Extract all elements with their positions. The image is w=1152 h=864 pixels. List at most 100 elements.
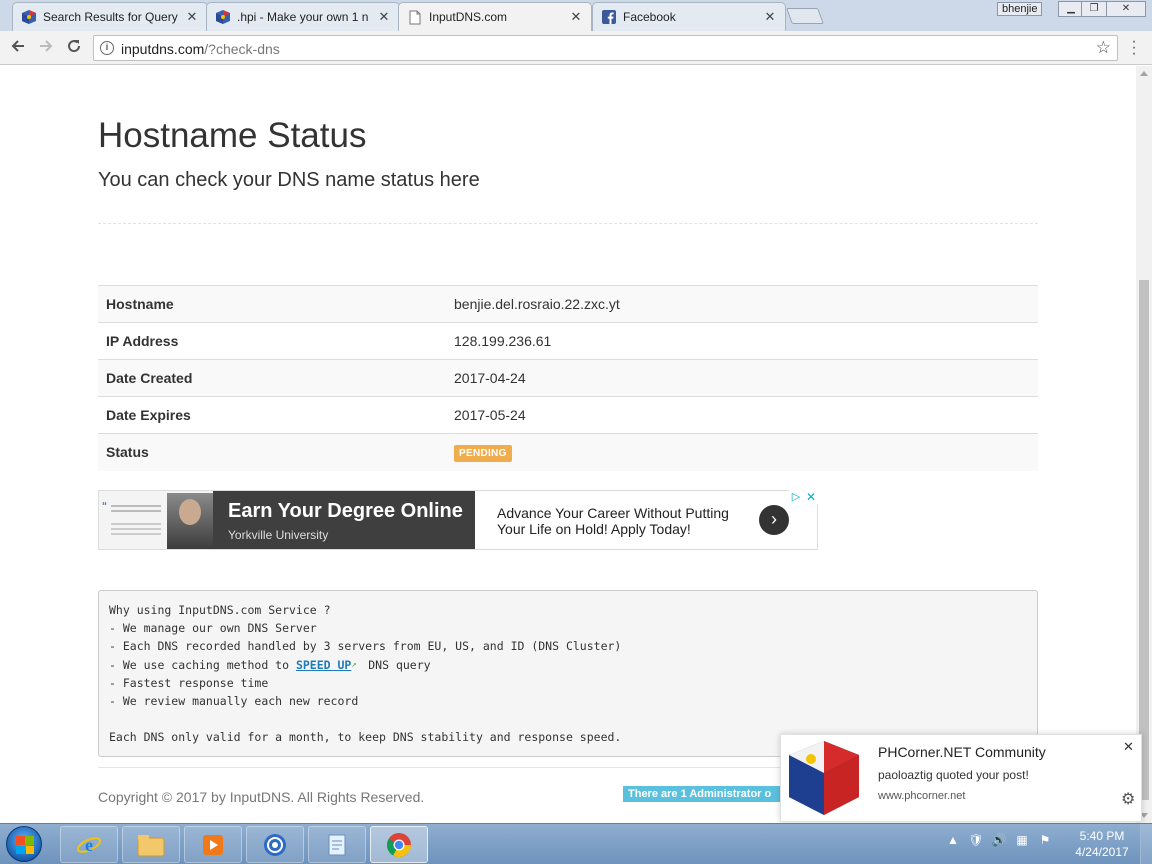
clock-time: 5:40 PM xyxy=(1079,829,1125,843)
phcorner-favicon xyxy=(21,9,37,25)
ad-sponsor: Yorkville University xyxy=(228,528,329,542)
taskbar-clock[interactable]: 5:40 PM 4/24/2017 xyxy=(1072,828,1132,860)
tab-hpi[interactable]: .hpi - Make your own 1 n ✕ xyxy=(206,2,400,31)
vertical-scrollbar[interactable] xyxy=(1136,66,1152,823)
start-button[interactable] xyxy=(6,826,42,862)
advertisement-banner[interactable]: “ Earn Your Degree Online Yorkville Univ… xyxy=(98,490,818,550)
facebook-icon xyxy=(601,9,617,25)
profile-button[interactable]: bhenjie xyxy=(997,2,1043,16)
chrome-icon xyxy=(386,832,411,857)
status-cell: PENDING xyxy=(446,433,1038,471)
page-subtitle: You can check your DNS name status here xyxy=(98,169,480,191)
scroll-up-icon[interactable] xyxy=(1140,71,1148,76)
close-icon[interactable]: ✕ xyxy=(185,9,199,25)
close-icon[interactable]: ✕ xyxy=(569,9,583,25)
network-icon[interactable]: ▦ xyxy=(1014,832,1030,848)
forward-arrow-icon xyxy=(40,40,53,52)
page-title: Hostname Status xyxy=(98,116,367,155)
back-arrow-icon xyxy=(11,40,24,52)
windows-logo-icon xyxy=(16,836,34,854)
windows-taskbar: e ▲ 🛡 🔊 ▦ ⚑ 5:40 PM 4/24/2017 xyxy=(0,823,1152,864)
close-icon[interactable]: ✕ xyxy=(763,9,777,25)
close-icon[interactable]: ✕ xyxy=(1123,739,1134,755)
ad-headline-panel: Earn Your Degree Online Yorkville Univer… xyxy=(213,491,475,549)
speed-up-link[interactable]: SPEED UP xyxy=(296,658,351,672)
push-notification[interactable]: PHCorner.NET Community paoloaztig quoted… xyxy=(780,734,1142,822)
admin-online-badge: There are 1 Administrator o xyxy=(623,786,783,802)
notepad-icon xyxy=(328,834,346,855)
tab-strip: Search Results for Query ✕ .hpi - Make y… xyxy=(0,0,1152,31)
media-player-icon xyxy=(203,834,223,855)
taskbar-chrome[interactable] xyxy=(370,826,428,863)
svg-text:e: e xyxy=(85,835,93,855)
tab-facebook[interactable]: Facebook ✕ xyxy=(592,2,786,31)
tab-title: Facebook xyxy=(623,10,676,24)
taskbar-internet-explorer[interactable]: e xyxy=(60,826,118,863)
taskbar-network-app[interactable] xyxy=(246,826,304,863)
close-icon[interactable]: ✕ xyxy=(377,9,391,25)
table-row: IP Address 128.199.236.61 xyxy=(98,322,1038,360)
tab-title: InputDNS.com xyxy=(429,10,508,24)
globe-app-icon xyxy=(264,833,286,856)
forward-button[interactable] xyxy=(36,38,56,58)
hostname-value: benjie.del.rosraio.22.zxc.yt xyxy=(446,285,1038,323)
person-photo xyxy=(167,493,213,549)
volume-icon[interactable]: 🔊 xyxy=(991,832,1007,848)
date-created-value: 2017-04-24 xyxy=(446,359,1038,397)
taskbar-explorer[interactable] xyxy=(122,826,180,863)
tab-title: .hpi - Make your own 1 n xyxy=(237,10,369,24)
new-tab-button[interactable] xyxy=(786,8,824,24)
scroll-thumb[interactable] xyxy=(1139,280,1149,800)
row-label: Date Created xyxy=(98,359,446,397)
row-label: Status xyxy=(98,433,446,471)
adchoices-icon[interactable]: ▷ xyxy=(789,490,803,504)
external-link-icon: ↗ xyxy=(351,659,357,670)
folder-icon xyxy=(137,834,165,856)
restore-button[interactable]: ❐ xyxy=(1081,1,1107,17)
browser-toolbar: i inputdns.com/?check-dns ☆ · · · xyxy=(0,31,1152,65)
ad-text: Advance Your Career Without Putting Your… xyxy=(497,505,729,537)
page-icon xyxy=(407,9,423,25)
row-label: IP Address xyxy=(98,322,446,360)
gear-icon[interactable]: ⚙ xyxy=(1121,789,1135,809)
system-tray: ▲ 🛡 🔊 ▦ ⚑ xyxy=(945,832,1053,848)
info-icon[interactable]: i xyxy=(100,41,114,55)
ad-headline: Earn Your Degree Online xyxy=(228,500,463,522)
ip-address-value: 128.199.236.61 xyxy=(446,322,1038,360)
notification-title: PHCorner.NET Community xyxy=(878,744,1046,760)
notification-message: paoloaztig quoted your post! xyxy=(878,768,1029,782)
adchoices[interactable]: ▷ ✕ xyxy=(789,490,819,504)
why-inputdns-box: Why using InputDNS.com Service ? - We ma… xyxy=(98,590,1038,757)
page-viewport: Hostname Status You can check your DNS n… xyxy=(0,66,1136,823)
phcorner-favicon xyxy=(215,9,231,25)
tab-search-results[interactable]: Search Results for Query ✕ xyxy=(12,2,208,31)
status-badge: PENDING xyxy=(454,444,512,462)
phcorner-logo xyxy=(789,741,859,815)
window-close-button[interactable]: ✕ xyxy=(1106,1,1146,17)
address-bar[interactable]: i inputdns.com/?check-dns ☆ xyxy=(93,35,1118,61)
bookmark-star-icon[interactable]: ☆ xyxy=(1096,38,1111,58)
show-desktop-button[interactable] xyxy=(1140,824,1152,864)
table-row: Status PENDING xyxy=(98,433,1038,471)
divider xyxy=(98,223,1038,224)
back-button[interactable] xyxy=(8,38,28,58)
date-expires-value: 2017-05-24 xyxy=(446,396,1038,434)
security-shield-icon[interactable]: 🛡 xyxy=(968,832,984,848)
tab-inputdns[interactable]: InputDNS.com ✕ xyxy=(398,2,592,31)
chevron-right-icon[interactable]: › xyxy=(759,505,789,535)
ad-image: “ xyxy=(99,491,213,549)
notification-url: www.phcorner.net xyxy=(878,790,966,802)
taskbar-media-player[interactable] xyxy=(184,826,242,863)
reload-icon xyxy=(68,40,81,53)
clock-date: 4/24/2017 xyxy=(1075,845,1129,859)
reload-button[interactable] xyxy=(64,38,84,58)
row-label: Hostname xyxy=(98,285,446,323)
menu-kebab-icon[interactable]: · · · xyxy=(1128,34,1140,62)
table-row: Hostname benjie.del.rosraio.22.zxc.yt xyxy=(98,285,1038,323)
flag-icon[interactable]: ⚑ xyxy=(1037,832,1053,848)
quote-icon: “ xyxy=(102,501,107,512)
table-row: Date Expires 2017-05-24 xyxy=(98,396,1038,434)
show-hidden-icons-icon[interactable]: ▲ xyxy=(945,832,961,848)
taskbar-notepad[interactable] xyxy=(308,826,366,863)
ad-close-icon[interactable]: ✕ xyxy=(804,490,818,504)
